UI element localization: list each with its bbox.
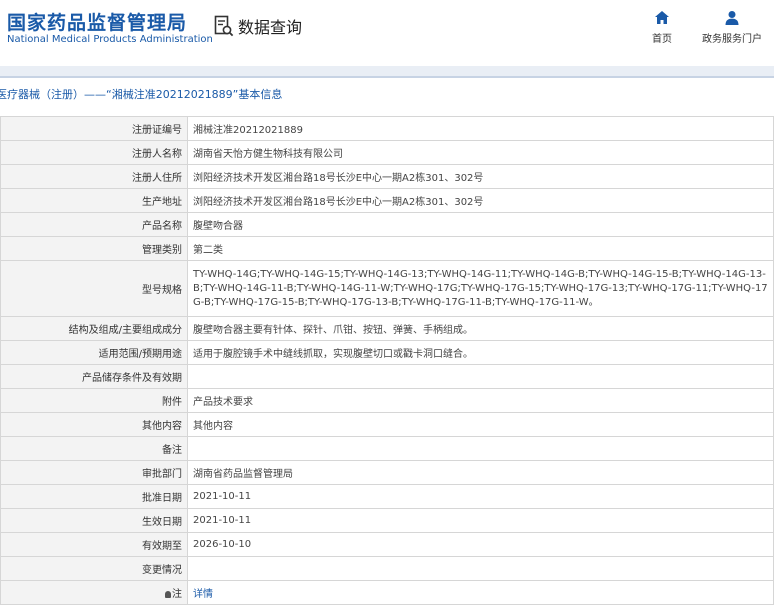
field-value: 腹壁吻合器主要有针体、探针、爪钳、按钮、弹簧、手柄组成。 bbox=[187, 316, 774, 341]
search-document-icon bbox=[214, 15, 234, 37]
field-value: 湘械注准20212021889 bbox=[187, 116, 774, 141]
lightbulb-icon bbox=[165, 590, 171, 598]
field-label: 生产地址 bbox=[0, 188, 188, 213]
field-label: 注册人住所 bbox=[0, 164, 188, 189]
nav-home[interactable]: 首页 bbox=[630, 10, 694, 45]
field-label: 有效期至 bbox=[0, 532, 188, 557]
table-row: 附件 产品技术要求 bbox=[0, 388, 774, 413]
breadcrumb-text: 医疗器械（注册）——“湘械注准20212021889”基本信息 bbox=[0, 88, 283, 101]
note-label: 注 bbox=[172, 589, 182, 600]
field-value: 适用于腹腔镜手术中缝线抓取，实现腹壁切口或戳卡洞口缝合。 bbox=[187, 340, 774, 365]
table-row: 变更情况 bbox=[0, 556, 774, 581]
table-row: 其他内容 其他内容 bbox=[0, 412, 774, 437]
table-row: 管理类别 第二类 bbox=[0, 236, 774, 261]
table-row: 有效期至 2026-10-10 bbox=[0, 532, 774, 557]
details-link[interactable]: 详情 bbox=[193, 589, 213, 600]
nav-gov-label: 政务服务门户 bbox=[702, 34, 762, 45]
field-value: TY-WHQ-14G;TY-WHQ-14G-15;TY-WHQ-14G-13;T… bbox=[187, 260, 774, 317]
page-title: 数据查询 bbox=[238, 18, 303, 37]
table-row: 产品储存条件及有效期 bbox=[0, 364, 774, 389]
site-logo-cn[interactable]: 国家药品监督管理局 bbox=[7, 8, 187, 35]
user-icon bbox=[725, 11, 739, 25]
field-value: 浏阳经济技术开发区湘台路18号长沙E中心一期A2栋301、302号 bbox=[187, 164, 774, 189]
field-value bbox=[187, 436, 774, 461]
header-divider-line bbox=[0, 76, 774, 78]
field-label: 型号规格 bbox=[0, 260, 188, 317]
field-label: 审批部门 bbox=[0, 460, 188, 485]
field-label: 生效日期 bbox=[0, 508, 188, 533]
table-row: 产品名称 腹壁吻合器 bbox=[0, 212, 774, 237]
table-row: 审批部门 湖南省药品监督管理局 bbox=[0, 460, 774, 485]
field-value: 其他内容 bbox=[187, 412, 774, 437]
field-label-note: 注 bbox=[0, 580, 188, 605]
field-label: 变更情况 bbox=[0, 556, 188, 581]
field-label: 适用范围/预期用途 bbox=[0, 340, 188, 365]
field-label: 附件 bbox=[0, 388, 188, 413]
table-row: 备注 bbox=[0, 436, 774, 461]
field-label: 管理类别 bbox=[0, 236, 188, 261]
field-label: 注册证编号 bbox=[0, 116, 188, 141]
breadcrumb: 医疗器械（注册）——“湘械注准20212021889”基本信息 bbox=[0, 80, 774, 110]
field-label: 批准日期 bbox=[0, 484, 188, 509]
field-label: 备注 bbox=[0, 436, 188, 461]
table-row: 注册人名称 湖南省天怡方健生物科技有限公司 bbox=[0, 140, 774, 165]
registration-info-table: 注册证编号 湘械注准20212021889 注册人名称 湖南省天怡方健生物科技有限公… bbox=[0, 116, 774, 605]
field-value bbox=[187, 364, 774, 389]
field-value: 湖南省天怡方健生物科技有限公司 bbox=[187, 140, 774, 165]
field-value: 2021-10-11 bbox=[187, 508, 774, 533]
field-value: 2026-10-10 bbox=[187, 532, 774, 557]
site-logo-en[interactable]: National Medical Products Administration bbox=[7, 34, 213, 45]
table-row: 适用范围/预期用途 适用于腹腔镜手术中缝线抓取，实现腹壁切口或戳卡洞口缝合。 bbox=[0, 340, 774, 365]
site-header: 国家药品监督管理局 National Medical Products Admi… bbox=[0, 0, 774, 66]
table-row: 型号规格 TY-WHQ-14G;TY-WHQ-14G-15;TY-WHQ-14G-… bbox=[0, 260, 774, 317]
table-row: 注册人住所 浏阳经济技术开发区湘台路18号长沙E中心一期A2栋301、302号 bbox=[0, 164, 774, 189]
field-label: 结构及组成/主要组成成分 bbox=[0, 316, 188, 341]
nav-home-label: 首页 bbox=[652, 34, 672, 45]
field-value: 产品技术要求 bbox=[187, 388, 774, 413]
field-value: 浏阳经济技术开发区湘台路18号长沙E中心一期A2栋301、302号 bbox=[187, 188, 774, 213]
field-value: 腹壁吻合器 bbox=[187, 212, 774, 237]
table-row: 生效日期 2021-10-11 bbox=[0, 508, 774, 533]
table-row: 批准日期 2021-10-11 bbox=[0, 484, 774, 509]
home-icon bbox=[655, 11, 669, 24]
table-row: 注 详情 bbox=[0, 580, 774, 605]
field-value: 第二类 bbox=[187, 236, 774, 261]
field-value: 详情 bbox=[187, 580, 774, 605]
field-label: 产品名称 bbox=[0, 212, 188, 237]
table-row: 生产地址 浏阳经济技术开发区湘台路18号长沙E中心一期A2栋301、302号 bbox=[0, 188, 774, 213]
table-row: 注册证编号 湘械注准20212021889 bbox=[0, 116, 774, 141]
field-label: 注册人名称 bbox=[0, 140, 188, 165]
nav-gov-portal[interactable]: 政务服务门户 bbox=[700, 10, 764, 45]
header-divider bbox=[0, 66, 774, 76]
field-value: 2021-10-11 bbox=[187, 484, 774, 509]
field-label: 产品储存条件及有效期 bbox=[0, 364, 188, 389]
field-label: 其他内容 bbox=[0, 412, 188, 437]
field-value bbox=[187, 556, 774, 581]
field-value: 湖南省药品监督管理局 bbox=[187, 460, 774, 485]
table-row: 结构及组成/主要组成成分 腹壁吻合器主要有针体、探针、爪钳、按钮、弹簧、手柄组成。 bbox=[0, 316, 774, 341]
